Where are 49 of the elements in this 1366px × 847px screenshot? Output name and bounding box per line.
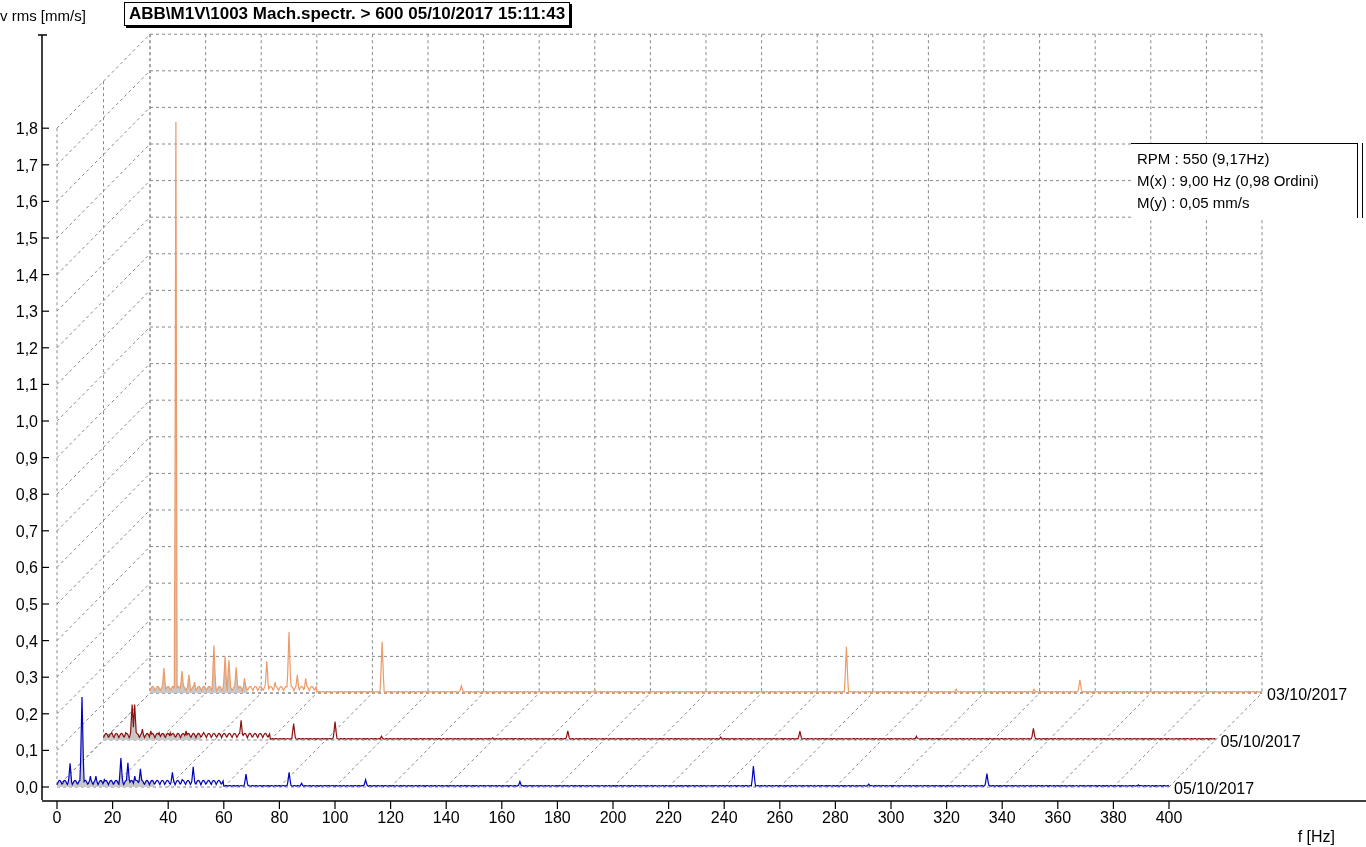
axis-tick-label: 0,0 [15,779,38,796]
y-axis-title: v rms [mm/s] [0,6,87,24]
axis-tick-label: 1,3 [15,303,38,321]
axis-tick-label: 60 [214,809,233,826]
readout-text: M(y) : 0,05 mm/s [1137,193,1251,213]
axis-tick-label: 260 [766,809,794,826]
axis-tick-label: 0,1 [15,742,38,760]
axis-tick-label: 240 [710,809,738,826]
axis-tick-label: 400 [1155,809,1183,826]
axis-tick-label: 1,8 [15,120,38,138]
axis-tick-label: 1,1 [15,376,38,394]
axis-tick-label: 280 [822,809,849,826]
axis-tick-label: 0,9 [15,449,38,467]
axis-tick-label: 140 [432,809,460,826]
axis-tick-label: 200 [599,809,627,826]
axis-tick-label: 1,2 [15,339,38,357]
chart-title: ABB\M1V\1003 Mach.spectr. > 600 05/10/2017 15:11:43 [124,2,571,26]
axis-tick-label: 160 [488,809,516,826]
axis-tick-label: 1,6 [15,193,38,211]
axis-tick-label: 0,6 [15,559,38,577]
axis-tick-label: 80 [270,809,289,826]
readout-text: M(x) : 9,00 Hz (0,98 Ordini) [1137,171,1320,191]
x-axis-title: f [Hz] [1297,828,1335,845]
axis-tick-label: 300 [877,809,905,826]
axis-tick-label: 0,2 [15,705,38,723]
axis-tick-label: 340 [988,809,1016,826]
trace-date-label: 03/10/2017 [1267,686,1348,703]
axis-tick-label: 1,5 [15,230,38,247]
axis-tick-label: 40 [159,809,178,826]
axis-tick-label: 1,7 [15,156,38,174]
axis-tick-label: 320 [933,809,960,826]
axis-tick-label: 180 [544,809,571,826]
axis-tick-label: 0,8 [15,486,38,504]
axis-tick-label: 1,0 [15,413,38,430]
axis-tick-label: 100 [321,809,349,826]
trace-date-label: 05/10/2017 [1220,733,1301,750]
axis-tick-label: 0,5 [15,596,38,613]
axis-tick-label: 20 [103,809,122,826]
axis-tick-label: 380 [1100,809,1127,826]
axis-tick-label: 0,7 [15,522,38,540]
axis-tick-label: 0 [52,809,62,826]
axis-tick-label: 0,4 [15,632,38,650]
axis-tick-label: 0,3 [15,669,38,687]
axis-tick-label: 120 [377,809,404,826]
readout-text: RPM : 550 (9,17Hz) [1137,149,1271,169]
axis-tick-label: 360 [1044,809,1072,826]
axis-tick-label: 1,4 [15,266,38,284]
trace-date-label: 05/10/2017 [1174,780,1255,797]
axis-tick-label: 220 [655,809,682,826]
